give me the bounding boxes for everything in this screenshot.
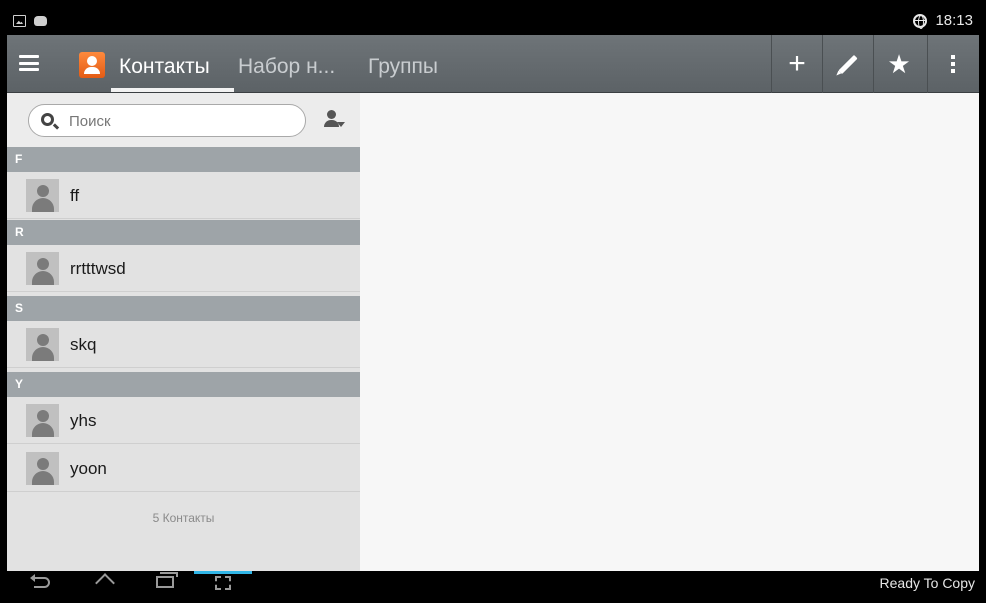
search-row bbox=[7, 93, 360, 147]
section-header-f: F bbox=[7, 147, 360, 172]
contacts-count: 5 Контакты bbox=[152, 511, 215, 525]
screenshot-icon bbox=[215, 576, 231, 590]
avatar bbox=[26, 328, 59, 361]
overflow-menu-icon bbox=[951, 55, 955, 73]
contact-name: yoon bbox=[70, 459, 107, 478]
device-screen: 18:13 Контакты Набор н... Группы + ★ Пои… bbox=[7, 8, 979, 595]
back-icon bbox=[30, 574, 50, 588]
clock: 18:13 bbox=[935, 12, 973, 29]
favorite-star-icon: ★ bbox=[887, 49, 911, 79]
section-header-s: S bbox=[7, 296, 360, 321]
contact-detail-pane bbox=[360, 93, 979, 571]
contact-row-ff[interactable]: ff bbox=[7, 172, 360, 219]
contacts-list-panel: F ff R rrtttwsd S skq Y yhs yoon 5 Конта… bbox=[7, 93, 360, 571]
menu-icon[interactable] bbox=[19, 55, 39, 71]
back-button[interactable] bbox=[21, 571, 65, 595]
contact-name: rrtttwsd bbox=[70, 259, 126, 278]
avatar bbox=[26, 252, 59, 285]
contact-name: ff bbox=[70, 186, 80, 205]
section-header-y: Y bbox=[7, 372, 360, 397]
home-icon bbox=[96, 575, 114, 589]
avatar bbox=[26, 404, 59, 437]
action-bar: Контакты Набор н... Группы + ★ bbox=[7, 35, 979, 93]
status-bar: 18:13 bbox=[7, 8, 979, 35]
nav-highlight bbox=[194, 571, 252, 574]
contact-name: yhs bbox=[70, 411, 97, 430]
favorites-button[interactable]: ★ bbox=[874, 35, 924, 93]
cat-notification-icon bbox=[34, 16, 47, 26]
contact-name: skq bbox=[70, 335, 97, 354]
contact-row-yoon[interactable]: yoon bbox=[7, 445, 360, 492]
avatar bbox=[26, 179, 59, 212]
recent-apps-button[interactable] bbox=[143, 571, 187, 595]
image-notification-icon bbox=[13, 15, 26, 27]
tab-contacts[interactable]: Контакты bbox=[119, 55, 210, 79]
add-icon: + bbox=[788, 47, 806, 80]
status-text: Ready To Copy bbox=[879, 575, 975, 591]
search-icon bbox=[41, 113, 54, 126]
edit-icon bbox=[838, 54, 858, 74]
active-tab-indicator bbox=[111, 88, 234, 92]
screenshot-button[interactable] bbox=[201, 571, 245, 595]
search-input[interactable] bbox=[69, 109, 289, 133]
contact-row-skq[interactable]: skq bbox=[7, 321, 360, 368]
section-header-r: R bbox=[7, 220, 360, 245]
overflow-menu-button[interactable] bbox=[928, 35, 978, 93]
recent-apps-icon bbox=[156, 572, 178, 588]
add-contact-button[interactable]: + bbox=[772, 35, 822, 93]
navigation-bar: Ready To Copy bbox=[7, 571, 979, 595]
tab-dialer[interactable]: Набор н... bbox=[238, 55, 356, 79]
edit-button[interactable] bbox=[823, 35, 873, 93]
contacts-app-icon bbox=[79, 52, 105, 78]
search-box[interactable] bbox=[28, 104, 306, 137]
contact-row-yhs[interactable]: yhs bbox=[7, 397, 360, 444]
contact-row-rrtttwsd[interactable]: rrtttwsd bbox=[7, 245, 360, 292]
home-button[interactable] bbox=[83, 571, 127, 595]
avatar bbox=[26, 452, 59, 485]
tab-groups[interactable]: Группы bbox=[368, 55, 438, 79]
globe-icon bbox=[913, 13, 928, 29]
contact-filter-icon[interactable] bbox=[323, 110, 345, 130]
